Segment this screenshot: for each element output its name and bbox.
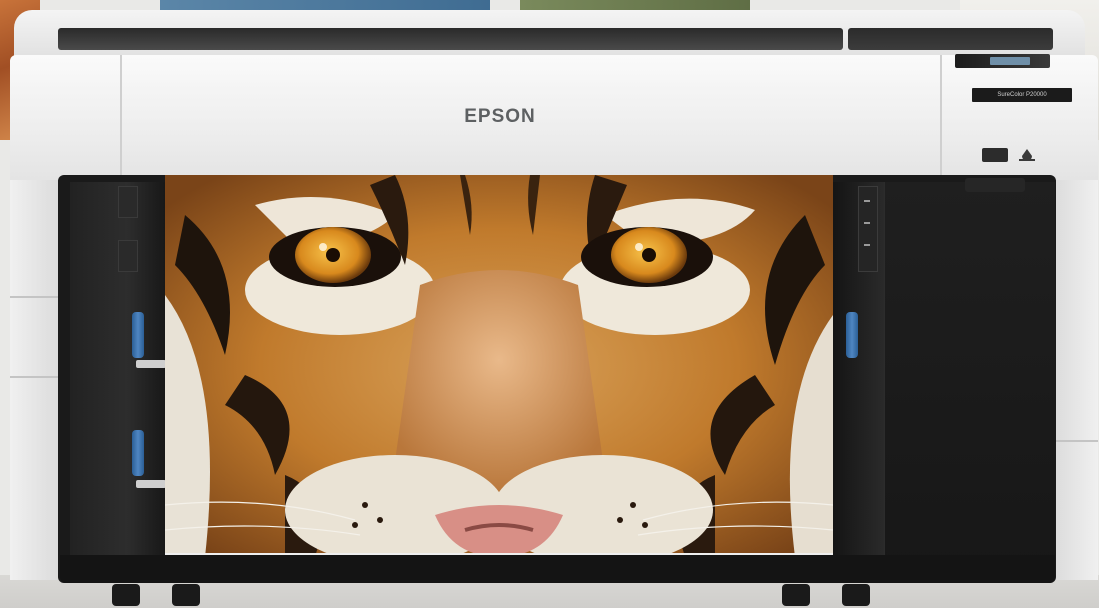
caster-front-right (842, 584, 870, 606)
roll-spindle-knob[interactable] (846, 312, 858, 358)
roll-axle (136, 360, 166, 368)
side-panel-left (10, 180, 58, 580)
model-badge: SureColor P20000 (972, 88, 1072, 102)
caster-rear-right (782, 584, 810, 606)
control-indicator (864, 222, 870, 224)
side-control-strip[interactable] (858, 186, 878, 272)
brand-logo: EPSON (464, 106, 536, 127)
roll-spindle-knob[interactable] (132, 430, 144, 476)
control-indicator (864, 200, 870, 202)
side-seam (10, 376, 58, 378)
roll-axle (136, 480, 166, 488)
control-panel-housing (848, 28, 1053, 50)
lcd-screen[interactable] (990, 57, 1030, 65)
door-latch[interactable] (965, 178, 1025, 192)
side-seam (1055, 440, 1098, 442)
roll-spindle-knob[interactable] (132, 312, 144, 358)
ink-bay-door[interactable] (884, 182, 1055, 577)
paper-feed-slot (58, 28, 843, 50)
wall-print-top-left (160, 0, 490, 10)
caster-rear-left (172, 584, 200, 606)
side-seam (10, 296, 58, 298)
roll-lever[interactable] (118, 240, 138, 272)
ink-drop-icon (1016, 148, 1038, 162)
wall-print-top-right (520, 0, 750, 10)
caster-front-left (112, 584, 140, 606)
side-panel-right (1055, 180, 1098, 580)
control-indicator (864, 244, 870, 246)
printer-base (60, 555, 1055, 583)
roll-lever[interactable] (118, 186, 138, 218)
tiger-face-print (165, 175, 833, 557)
panel-seam-left (120, 55, 122, 180)
panel-seam-right (940, 55, 942, 180)
media-badge-icon (982, 148, 1008, 162)
